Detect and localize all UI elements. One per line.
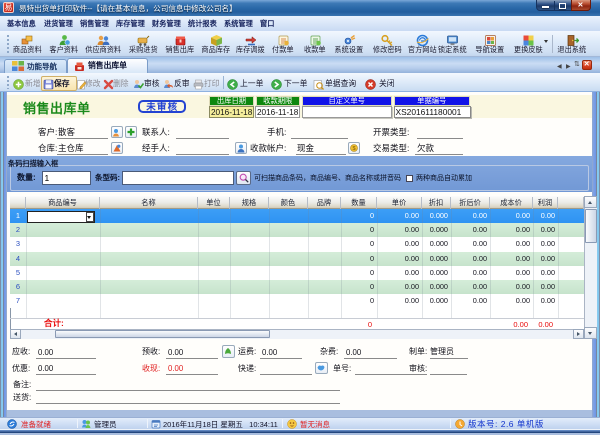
svg-text:$: $ (352, 144, 355, 152)
